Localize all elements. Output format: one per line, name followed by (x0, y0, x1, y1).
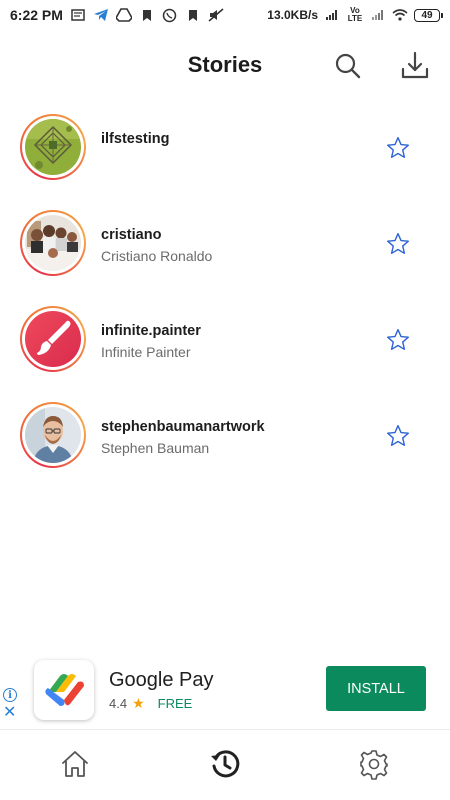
telegram-icon (93, 7, 109, 23)
story-fullname: Stephen Bauman (101, 440, 210, 456)
status-left: 6:22 PM (10, 7, 224, 23)
story-item[interactable]: cristiano Cristiano Ronaldo (0, 196, 450, 292)
message-icon (70, 7, 86, 23)
wifi-icon (392, 7, 408, 23)
page-title: Stories (187, 52, 263, 77)
story-item[interactable]: infinite.painter Infinite Painter (0, 292, 450, 388)
search-button[interactable] (330, 48, 366, 84)
bottom-nav (0, 729, 450, 800)
story-text: infinite.painter Infinite Painter (101, 322, 201, 362)
avatar[interactable] (20, 402, 86, 468)
install-button[interactable]: INSTALL (326, 666, 426, 711)
ad-title: Google Pay (109, 669, 214, 691)
avatar[interactable] (20, 306, 86, 372)
story-username: infinite.painter (101, 323, 201, 339)
drive-icon (115, 7, 132, 23)
download-icon (401, 51, 429, 79)
rating-star-icon: ★ (132, 695, 145, 711)
muted-icon (208, 7, 224, 23)
family-photo (25, 215, 81, 271)
avatar[interactable] (20, 114, 86, 180)
home-icon (62, 751, 88, 777)
settings-icon (360, 750, 388, 780)
ad-price: FREE (157, 696, 193, 711)
status-time: 6:22 PM (10, 7, 63, 23)
bookmark-icon (139, 7, 155, 23)
status-bar: 6:22 PM 13.0KB/s Vo LTE 49 (0, 0, 450, 30)
avatar[interactable] (20, 210, 86, 276)
nav-home[interactable] (57, 746, 93, 782)
star-icon (387, 329, 409, 351)
net-speed: 13.0KB/s (267, 8, 318, 22)
favorite-button[interactable] (384, 230, 412, 258)
ad-meta: 4.4 ★ FREE (109, 695, 192, 712)
aerial-field-image (25, 119, 81, 175)
story-list: ilfstesting cristiano Cristiano Ronaldo … (0, 100, 450, 484)
ad-banner[interactable]: i ✕ Google Pay 4.4 ★ FREE INSTALL (0, 655, 450, 725)
story-username: cristiano (101, 227, 162, 243)
story-text: cristiano Cristiano Ronaldo (101, 226, 212, 266)
favorite-button[interactable] (384, 422, 412, 450)
brush-logo (25, 311, 81, 367)
nav-history[interactable] (207, 746, 243, 782)
portrait-photo (25, 407, 81, 463)
history-icon (211, 750, 240, 778)
carrier-label: Vo LTE (347, 6, 363, 23)
story-fullname: Infinite Painter (101, 344, 191, 360)
star-icon (387, 425, 409, 447)
ad-rating: 4.4 (109, 696, 128, 711)
app-header: Stories (0, 34, 450, 98)
battery-indicator: 49 (414, 8, 443, 22)
story-username: ilfstesting (101, 131, 170, 147)
signal-icon (370, 7, 386, 23)
story-fullname: Cristiano Ronaldo (101, 248, 213, 264)
nav-settings[interactable] (356, 746, 392, 782)
whatsapp-icon (162, 7, 178, 23)
bookmark-icon (185, 7, 201, 23)
star-icon (387, 137, 409, 159)
ad-close-icon[interactable]: ✕ (3, 705, 16, 721)
google-pay-logo (34, 660, 94, 720)
story-text: stephenbaumanartwork Stephen Bauman (101, 418, 265, 458)
star-icon (387, 233, 409, 255)
favorite-button[interactable] (384, 326, 412, 354)
favorite-button[interactable] (384, 134, 412, 162)
download-button[interactable] (397, 48, 433, 84)
signal-icon (324, 7, 340, 23)
story-item[interactable]: ilfstesting (0, 100, 450, 196)
story-text: ilfstesting (101, 130, 169, 150)
story-item[interactable]: stephenbaumanartwork Stephen Bauman (0, 388, 450, 484)
story-username: stephenbaumanartwork (101, 419, 265, 435)
status-right: 13.0KB/s Vo LTE 49 (267, 6, 443, 23)
ad-info-icon[interactable]: i (3, 688, 17, 702)
search-icon (335, 53, 361, 79)
